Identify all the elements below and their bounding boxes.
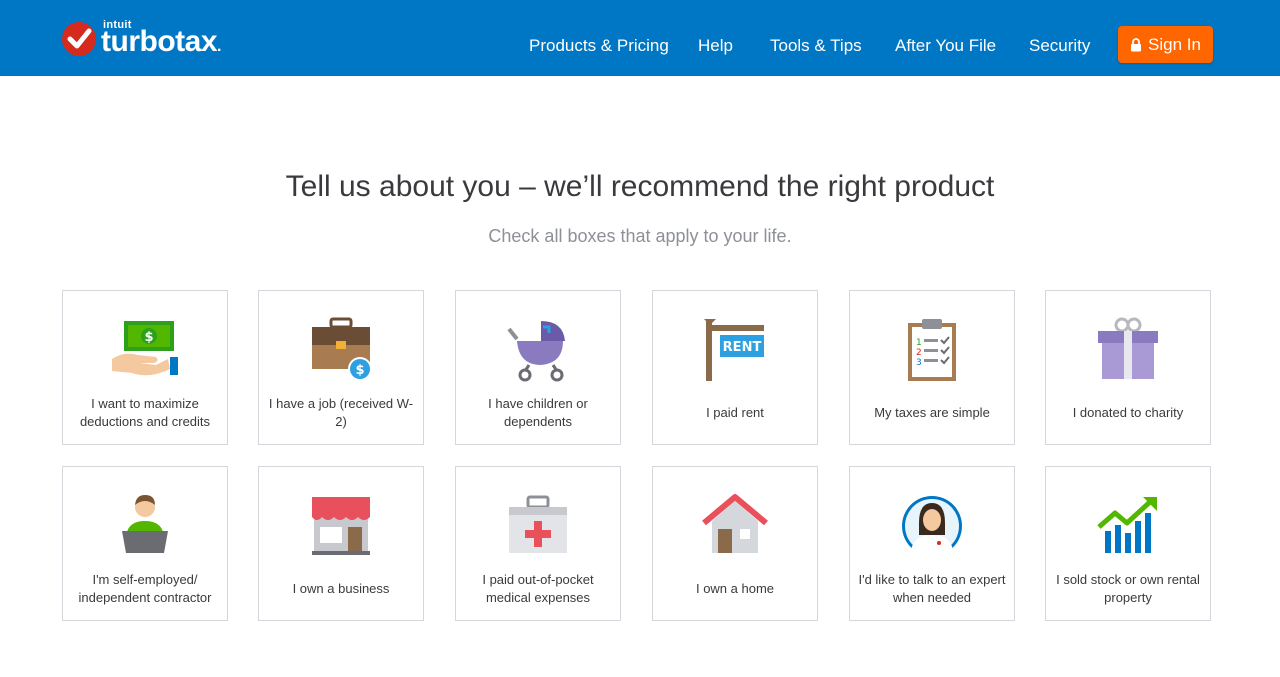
option-card-label: I sold stock or own rental property — [1056, 572, 1200, 605]
option-card-label: I have children or dependents — [488, 396, 588, 429]
storefront-icon — [312, 497, 370, 555]
option-card-maximize-deductions[interactable]: $ I want to maximize deductions and cred… — [62, 290, 228, 445]
option-card-label: I have a job (received W-2) — [268, 396, 414, 429]
nav-help[interactable]: Help — [698, 36, 733, 56]
option-card-taxes-simple[interactable]: 1 2 3 My taxes are simple — [849, 290, 1015, 445]
rent-sign-icon: RENT — [704, 319, 764, 381]
option-card-paid-rent[interactable]: RENT I paid rent — [652, 290, 818, 445]
page-subtitle: Check all boxes that apply to your life. — [488, 226, 792, 246]
page-title: Tell us about you – we’ll recommend the … — [285, 170, 995, 203]
stroller-icon — [507, 321, 565, 382]
sign-in-button[interactable]: Sign In — [1118, 26, 1213, 63]
option-card-label: My taxes are simple — [874, 405, 990, 420]
laptop-person-icon — [122, 495, 168, 553]
stock-chart-icon — [1097, 497, 1157, 553]
nav-after-you-file[interactable]: After You File — [895, 36, 996, 56]
turbotax-logo[interactable]: intuit turbotax. — [61, 18, 241, 62]
turbotax-wordmark: turbotax. — [101, 25, 221, 58]
option-card-label: I own a home — [695, 581, 775, 596]
option-card-label: I'd like to talk to an expert when neede… — [858, 572, 1006, 605]
option-card-label: I want to maximize deductions and credit… — [79, 396, 211, 429]
medical-kit-icon — [509, 495, 567, 553]
option-card-children[interactable]: I have children or dependents — [455, 290, 621, 445]
svg-text:$: $ — [355, 363, 364, 378]
briefcase-icon: $ — [312, 317, 372, 381]
option-card-have-job[interactable]: $ I have a job (received W-2) — [258, 290, 424, 445]
option-card-talk-to-expert[interactable]: I'd like to talk to an expert when neede… — [849, 466, 1015, 621]
svg-text:3: 3 — [916, 358, 922, 368]
money-hand-icon: $ — [112, 321, 178, 376]
gift-icon — [1098, 317, 1158, 379]
svg-text:1: 1 — [916, 338, 922, 348]
clipboard-icon: 1 2 3 — [908, 319, 956, 381]
sign-in-label: Sign In — [1148, 34, 1201, 54]
option-card-label: I donated to charity — [1072, 405, 1184, 420]
option-card-label: I paid out-of-pocket medical expenses — [482, 572, 594, 605]
svg-text:2: 2 — [916, 348, 922, 358]
option-card-own-business[interactable]: I own a business — [258, 466, 424, 621]
option-card-self-employed[interactable]: I'm self-employed/ independent contracto… — [62, 466, 228, 621]
nav-tools-tips[interactable]: Tools & Tips — [770, 36, 862, 56]
nav-security[interactable]: Security — [1029, 36, 1090, 56]
option-card-label: I own a business — [292, 581, 390, 596]
checkmark-logo-icon — [62, 22, 96, 56]
option-card-label: I paid rent — [706, 405, 764, 420]
house-icon — [702, 494, 768, 553]
expert-avatar-icon — [902, 496, 962, 557]
option-card-label: I'm self-employed/ independent contracto… — [78, 572, 212, 605]
top-navigation-bar: intuit turbotax. Products & Pricing Help… — [0, 0, 1280, 76]
nav-products-pricing[interactable]: Products & Pricing — [529, 36, 669, 56]
option-card-medical-expenses[interactable]: I paid out-of-pocket medical expenses — [455, 466, 621, 621]
rent-sign-text: RENT — [723, 340, 762, 355]
svg-text:$: $ — [144, 330, 153, 345]
option-card-own-home[interactable]: I own a home — [652, 466, 818, 621]
option-card-donated-charity[interactable]: I donated to charity — [1045, 290, 1211, 445]
option-card-sold-stock[interactable]: I sold stock or own rental property — [1045, 466, 1211, 621]
lock-icon — [1131, 37, 1142, 51]
